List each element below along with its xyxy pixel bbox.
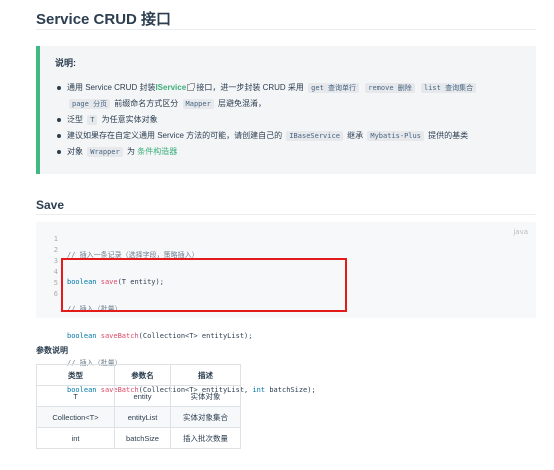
external-link-icon (187, 83, 196, 92)
bullet-dot-icon (57, 134, 61, 138)
table-cell: entityList (114, 406, 171, 428)
inline-code-list: list 查询集合 (421, 83, 477, 93)
inline-code-ibaseservice: IBaseService (286, 131, 343, 141)
table-header-cell: 类型 (36, 364, 115, 386)
line-number: 2 (53, 246, 58, 254)
line-number: 1 (53, 235, 58, 243)
line-number-gutter: 1 2 3 4 5 6 (36, 234, 58, 300)
table-cell: Collection<T> (36, 406, 115, 428)
table-cell: T (36, 385, 115, 407)
table-row: T entity 实体对象 (36, 385, 241, 407)
highlight-annotation-box (61, 258, 347, 312)
condition-builder-link[interactable]: 条件构造器 (137, 147, 177, 156)
params-title: 参数说明 (36, 346, 68, 355)
save-section-title: Save (36, 198, 65, 212)
page-title: Service CRUD 接口 (36, 11, 172, 28)
table-header-cell: 描述 (170, 364, 241, 386)
table-cell: int (36, 427, 115, 449)
table-cell: entity (114, 385, 171, 407)
inline-code-page: page 分页 (69, 99, 111, 109)
tip-bullet-base-service: 建议如果存在自定义通用 Service 方法的可能，请创建自己的 IBaseSe… (55, 128, 533, 144)
inline-code-t: T (87, 115, 98, 125)
table-row: int batchSize 插入批次数量 (36, 427, 241, 449)
tip-bullet-wrapper: 对象 Wrapper 为 条件构造器 (55, 144, 533, 160)
tip-heading: 说明: (55, 58, 76, 68)
table-header-row: 类型 参数名 描述 (36, 364, 241, 386)
inline-code-remove: remove 删除 (365, 83, 415, 93)
line-number: 3 (53, 257, 58, 265)
table-cell: batchSize (114, 427, 171, 449)
bullet-dot-icon (57, 150, 61, 154)
inline-code-mapper: Mapper (182, 99, 214, 109)
line-number: 6 (53, 290, 58, 298)
inline-code-wrapper: Wrapper (87, 147, 123, 157)
tip-bullet-generic: 泛型 T 为任意实体对象 (55, 112, 533, 128)
inline-code-mybatis-plus: Mybatis-Plus (367, 131, 424, 141)
iservice-link[interactable]: IService (155, 83, 186, 92)
bullet-dot-icon (57, 118, 61, 122)
table-row: Collection<T> entityList 实体对象集合 (36, 406, 241, 428)
save-section-divider (36, 214, 536, 215)
tip-box: 说明: 通用 Service CRUD 封装IService 接口，进一步封装 … (36, 46, 536, 174)
tip-list: 通用 Service CRUD 封装IService 接口，进一步封装 CRUD… (55, 80, 533, 160)
table-cell: 实体对象 (170, 385, 241, 407)
line-number: 5 (53, 279, 58, 287)
tip-bullet-crud: 通用 Service CRUD 封装IService 接口，进一步封装 CRUD… (55, 80, 533, 112)
code-language-label: java (513, 228, 528, 236)
code-line-4: boolean saveBatch(Collection<T> entityLi… (67, 332, 253, 340)
table-header-cell: 参数名 (114, 364, 171, 386)
line-number: 4 (53, 268, 58, 276)
table-cell: 实体对象集合 (170, 406, 241, 428)
title-divider (36, 29, 536, 30)
bullet-dot-icon (57, 86, 61, 90)
params-table: 类型 参数名 描述 T entity 实体对象 Collection<T> en… (36, 364, 241, 449)
inline-code-get: get 查询单行 (308, 83, 360, 93)
table-cell: 插入批次数量 (170, 427, 241, 449)
